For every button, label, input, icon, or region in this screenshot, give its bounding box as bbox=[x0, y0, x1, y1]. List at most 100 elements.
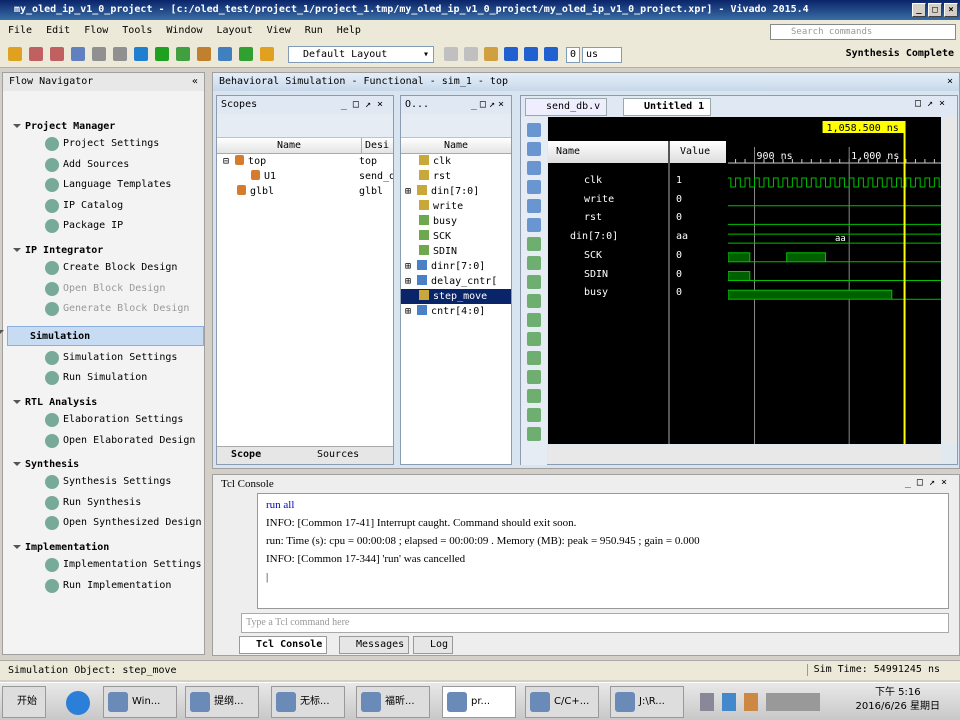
menu-flow[interactable]: Flow bbox=[84, 25, 108, 36]
expand-icon[interactable]: ⊞ bbox=[405, 186, 417, 197]
flow-section-rtl-analysis[interactable]: RTL Analysis bbox=[13, 397, 204, 408]
menu-tools[interactable]: Tools bbox=[122, 25, 152, 36]
object-row[interactable]: ⊞ din[7:0] bbox=[401, 184, 511, 199]
run-unit-select[interactable]: us bbox=[582, 47, 622, 63]
console-cursor[interactable]: | bbox=[262, 568, 944, 586]
maximize-button[interactable]: □ bbox=[928, 3, 942, 17]
sim-toolbar-icon-5[interactable] bbox=[544, 47, 558, 61]
toolbar-icon-6[interactable] bbox=[134, 47, 148, 61]
tab-messages[interactable]: Messages bbox=[339, 636, 410, 654]
object-row[interactable]: rst bbox=[401, 169, 511, 184]
expand-icon[interactable]: ⊞ bbox=[405, 276, 417, 287]
wave-tool-icon-3[interactable] bbox=[527, 180, 541, 194]
name-column-header[interactable]: Name bbox=[548, 141, 668, 163]
flow-item-implementation-settings[interactable]: Implementation Settings bbox=[3, 555, 204, 576]
wave-tool-icon-16[interactable] bbox=[527, 427, 541, 441]
layout-select[interactable]: Default Layout ▾ bbox=[288, 46, 434, 63]
tab-untitled-1[interactable]: Untitled 1 bbox=[623, 98, 712, 116]
wave-tool-icon-5[interactable] bbox=[527, 218, 541, 232]
flow-item-elaboration-settings[interactable]: Elaboration Settings bbox=[3, 410, 204, 431]
tray-icons[interactable] bbox=[700, 693, 820, 711]
panel-controls[interactable]: □↗× bbox=[915, 98, 951, 109]
scope-row[interactable]: ⊟ top top bbox=[217, 154, 393, 169]
toolbar-icon-9[interactable] bbox=[197, 47, 211, 61]
flow-item-ip-catalog[interactable]: IP Catalog bbox=[3, 196, 204, 217]
flow-item-add-sources[interactable]: Add Sources bbox=[3, 155, 204, 176]
taskbar-item[interactable]: 提纲... bbox=[185, 686, 259, 718]
flow-item-project-settings[interactable]: Project Settings bbox=[3, 134, 204, 155]
signal-name-write[interactable]: write bbox=[584, 194, 614, 205]
object-row[interactable]: clk bbox=[401, 154, 511, 169]
signal-name-rst[interactable]: rst bbox=[584, 212, 602, 223]
signal-name-busy[interactable]: busy bbox=[584, 287, 608, 298]
taskbar-item[interactable]: Win... bbox=[103, 686, 177, 718]
waveform-canvas[interactable]: 900 ns 1,000 ns aa 1,058.500 ns bbox=[728, 117, 941, 444]
flow-section-project-manager[interactable]: Project Manager bbox=[13, 121, 204, 132]
expand-icon[interactable]: ⊞ bbox=[405, 306, 417, 317]
panel-controls[interactable]: _□↗× bbox=[905, 477, 953, 488]
sim-toolbar-icon-0[interactable] bbox=[444, 47, 458, 61]
close-button[interactable]: × bbox=[944, 3, 958, 17]
wave-tool-icon-15[interactable] bbox=[527, 408, 541, 422]
wave-tool-icon-14[interactable] bbox=[527, 389, 541, 403]
object-row[interactable]: step_move bbox=[401, 289, 511, 304]
wave-tool-icon-7[interactable] bbox=[527, 256, 541, 270]
tab-tcl-console[interactable]: Tcl Console bbox=[239, 636, 328, 654]
menu-run[interactable]: Run bbox=[305, 25, 323, 36]
object-row[interactable]: ⊞ cntr[4:0] bbox=[401, 304, 511, 319]
wave-tool-icon-4[interactable] bbox=[527, 199, 541, 213]
close-icon[interactable]: × bbox=[947, 73, 953, 91]
taskbar-item[interactable]: J:\R... bbox=[610, 686, 684, 718]
wave-tool-icon-9[interactable] bbox=[527, 294, 541, 308]
wave-tool-icon-13[interactable] bbox=[527, 370, 541, 384]
flow-item-run-simulation[interactable]: Run Simulation bbox=[3, 368, 204, 389]
toolbar-icon-7[interactable] bbox=[155, 47, 169, 61]
flow-item-open-elaborated-design[interactable]: Open Elaborated Design bbox=[3, 431, 204, 452]
flow-item-open-block-design[interactable]: Open Block Design bbox=[3, 279, 204, 300]
menu-help[interactable]: Help bbox=[337, 25, 361, 36]
flow-item-run-synthesis[interactable]: Run Synthesis bbox=[3, 493, 204, 514]
object-row[interactable]: SDIN bbox=[401, 244, 511, 259]
flow-item-create-block-design[interactable]: Create Block Design bbox=[3, 258, 204, 279]
toolbar-icon-3[interactable] bbox=[71, 47, 85, 61]
wave-tool-icon-6[interactable] bbox=[527, 237, 541, 251]
wave-tool-icon-11[interactable] bbox=[527, 332, 541, 346]
tab-scope[interactable]: Scope bbox=[231, 449, 261, 460]
signal-name-clk[interactable]: clk bbox=[584, 175, 602, 186]
toolbar-icon-12[interactable] bbox=[260, 47, 274, 61]
column-header-design[interactable]: Desi bbox=[365, 138, 389, 154]
object-row[interactable]: write bbox=[401, 199, 511, 214]
flow-item-open-synthesized-design[interactable]: Open Synthesized Design bbox=[3, 513, 204, 534]
signal-name-din[7:0][interactable]: din[7:0] bbox=[570, 231, 618, 242]
wave-tool-icon-0[interactable] bbox=[527, 123, 541, 137]
object-row[interactable]: ⊞ delay_cntr[ bbox=[401, 274, 511, 289]
flow-section-synthesis[interactable]: Synthesis bbox=[13, 459, 204, 470]
menu-layout[interactable]: Layout bbox=[217, 25, 253, 36]
menu-view[interactable]: View bbox=[267, 25, 291, 36]
minimize-button[interactable]: _ bbox=[912, 3, 926, 17]
flow-item-synthesis-settings[interactable]: Synthesis Settings bbox=[3, 472, 204, 493]
flow-section-ip-integrator[interactable]: IP Integrator bbox=[13, 245, 204, 256]
flow-item-generate-block-design[interactable]: Generate Block Design bbox=[3, 299, 204, 320]
sim-toolbar-icon-4[interactable] bbox=[524, 47, 538, 61]
menu-window[interactable]: Window bbox=[166, 25, 202, 36]
start-button[interactable]: 开始 bbox=[2, 686, 46, 718]
search-input[interactable]: Search commands bbox=[770, 24, 956, 40]
value-column-header[interactable]: Value bbox=[670, 141, 726, 163]
sim-toolbar-icon-2[interactable] bbox=[484, 47, 498, 61]
toolbar-icon-1[interactable] bbox=[29, 47, 43, 61]
column-header-name[interactable]: Name bbox=[444, 140, 468, 151]
expand-icon[interactable]: ⊞ bbox=[405, 261, 417, 272]
toolbar-icon-10[interactable] bbox=[218, 47, 232, 61]
object-row[interactable]: busy bbox=[401, 214, 511, 229]
panel-controls[interactable]: _□↗× bbox=[471, 96, 507, 114]
panel-controls[interactable]: _□↗× bbox=[341, 96, 389, 114]
wave-tool-icon-10[interactable] bbox=[527, 313, 541, 327]
signal-name-SCK[interactable]: SCK bbox=[584, 250, 602, 261]
wave-tool-icon-8[interactable] bbox=[527, 275, 541, 289]
taskbar-item[interactable]: pr... bbox=[442, 686, 516, 718]
scope-row[interactable]: U1 send_d bbox=[217, 169, 393, 184]
collapse-icon[interactable]: « bbox=[192, 73, 198, 91]
sim-toolbar-icon-1[interactable] bbox=[464, 47, 478, 61]
collapse-icon[interactable]: ⊟ bbox=[223, 156, 235, 167]
